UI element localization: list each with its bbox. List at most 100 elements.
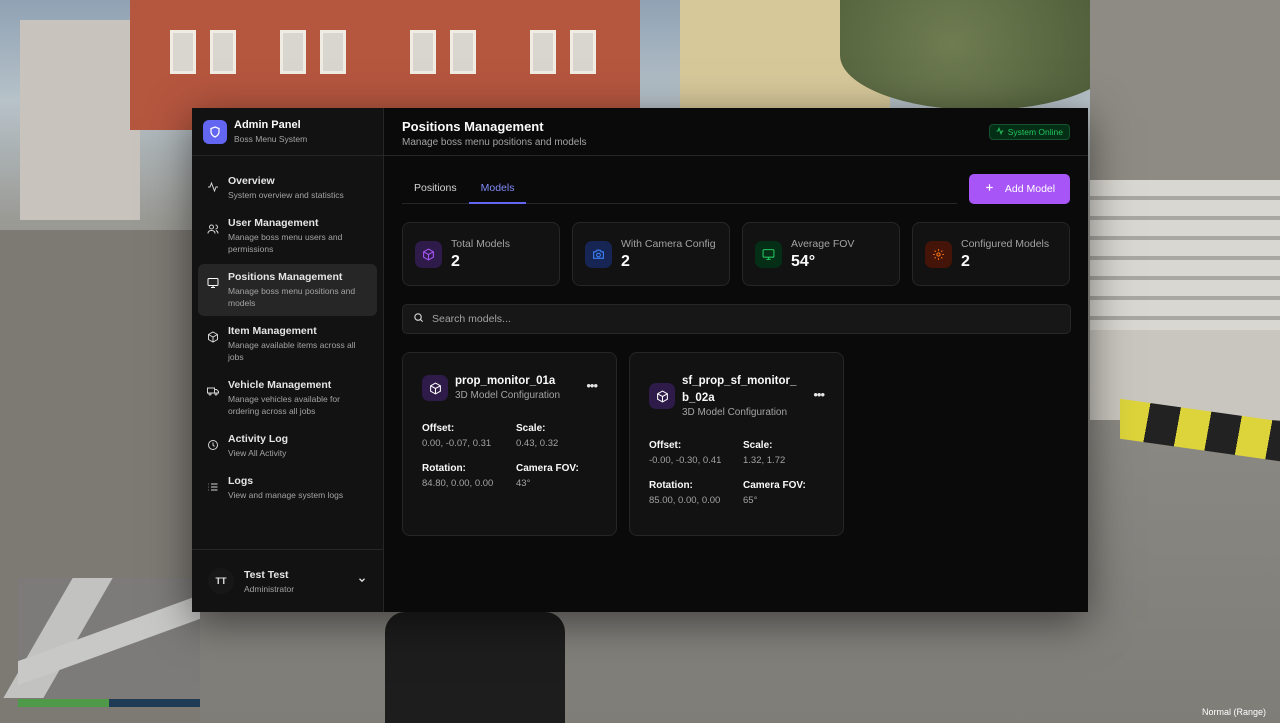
stat-value: 2 [961, 252, 970, 270]
brand-title: Admin Panel [234, 119, 301, 131]
sidebar-item-label: Vehicle Management [228, 379, 332, 391]
model-card: sf_prop_sf_monitor_b_02a 3D Model Config… [629, 352, 844, 536]
monitor-icon [206, 276, 220, 290]
offset-value: 0.00, -0.07, 0.31 [422, 438, 492, 449]
sidebar-item-label: Positions Management [228, 271, 343, 283]
cube-icon [422, 375, 448, 401]
stat-card: With Camera Config 2 [572, 222, 730, 286]
users-icon [206, 222, 220, 236]
sidebar-item-items[interactable]: Item Management Manage available items a… [198, 318, 377, 370]
stat-label: Total Models [451, 237, 510, 250]
sidebar-item-desc: Manage vehicles available for ordering a… [228, 394, 340, 416]
model-name: prop_monitor_01a [455, 375, 556, 387]
sidebar-item-vehicles[interactable]: Vehicle Management Manage vehicles avail… [198, 372, 377, 424]
stat-label: Average FOV [791, 237, 855, 250]
scale-label: Scale: [743, 440, 773, 451]
camera-icon [585, 241, 612, 268]
page-title: Positions Management [402, 119, 544, 134]
offset-value: -0.00, -0.30, 0.41 [649, 455, 722, 466]
sidebar-item-label: Overview [228, 175, 275, 187]
sidebar-item-users[interactable]: User Management Manage boss menu users a… [198, 210, 377, 262]
sidebar-item-label: Logs [228, 475, 254, 487]
user-name: Test Test [244, 568, 289, 581]
tab-models[interactable]: Models [468, 174, 527, 204]
fov-value: 65° [743, 495, 758, 506]
tree [840, 0, 1120, 110]
page-header: Positions Management Manage boss menu po… [384, 108, 1088, 156]
player-character [385, 612, 565, 723]
sidebar-item-desc: Manage available items across all jobs [228, 340, 356, 362]
activity-icon [996, 126, 1004, 137]
sidebar-item-desc: Manage boss menu users and permissions [228, 232, 343, 254]
sidebar-item-overview[interactable]: Overview System overview and statistics [198, 168, 377, 208]
monitor-icon [755, 241, 782, 268]
search-bar [402, 304, 1071, 334]
stairs [1090, 180, 1280, 330]
activity-icon [206, 180, 220, 194]
health-bar [18, 699, 200, 707]
brand: Admin Panel Boss Menu System [192, 108, 383, 156]
stat-card: Average FOV 54° [742, 222, 900, 286]
cube-icon [415, 241, 442, 268]
tabs: Positions Models [402, 174, 527, 204]
more-options-icon[interactable]: ••• [586, 378, 598, 393]
fov-value: 43° [516, 478, 531, 489]
rotation-label: Rotation: [649, 480, 693, 491]
offset-label: Offset: [649, 440, 682, 451]
model-name: sf_prop_sf_monitor_b_02a [682, 375, 797, 404]
page-subtitle: Manage boss menu positions and models [402, 137, 587, 148]
sidebar-item-positions[interactable]: Positions Management Manage boss menu po… [198, 264, 377, 316]
clock-icon [206, 438, 220, 452]
status-badge: System Online [988, 124, 1070, 140]
sidebar-item-activity-log[interactable]: Activity Log View All Activity [198, 426, 377, 466]
fov-label: Camera FOV: [516, 463, 579, 474]
sidebar-item-desc: Manage boss menu positions and models [228, 286, 356, 308]
stat-label: With Camera Config [621, 237, 716, 250]
search-icon [413, 310, 424, 328]
status-text: System Online [1007, 127, 1063, 137]
model-subtitle: 3D Model Configuration [455, 390, 561, 401]
sidebar-item-logs[interactable]: Logs View and manage system logs [198, 468, 377, 508]
offset-label: Offset: [422, 423, 455, 434]
tab-positions[interactable]: Positions [402, 174, 469, 204]
rotation-value: 84.80, 0.00, 0.00 [422, 478, 494, 489]
add-model-button[interactable]: Add Model [969, 174, 1070, 204]
sidebar: Admin Panel Boss Menu System Overview Sy… [192, 108, 384, 612]
list-icon [206, 480, 220, 494]
scale-label: Scale: [516, 423, 546, 434]
admin-panel: Admin Panel Boss Menu System Overview Sy… [192, 108, 1088, 612]
stat-card: Configured Models 2 [912, 222, 1070, 286]
sidebar-item-desc: System overview and statistics [228, 190, 344, 200]
model-subtitle: 3D Model Configuration [682, 407, 788, 418]
hud-mode-text: Normal (Range) [1201, 707, 1266, 717]
sidebar-item-label: Activity Log [228, 433, 289, 445]
search-input[interactable] [432, 313, 1032, 325]
plus-icon [984, 182, 995, 196]
building [20, 20, 140, 220]
user-role: Administrator [244, 583, 295, 594]
gear-icon [925, 241, 952, 268]
user-menu[interactable]: TT Test Test Administrator [192, 549, 383, 612]
main-content: Positions Management Manage boss menu po… [384, 108, 1088, 612]
stats-row: Total Models 2 With Camera Config 2 Aver… [402, 222, 1070, 286]
cube-icon [649, 383, 675, 409]
shield-icon [203, 119, 227, 144]
scale-value: 1.32, 1.72 [743, 455, 786, 466]
rotation-value: 85.00, 0.00, 0.00 [649, 495, 721, 506]
brand-subtitle: Boss Menu System [234, 134, 308, 144]
sidebar-item-label: User Management [228, 217, 319, 229]
stat-label: Configured Models [961, 237, 1050, 250]
add-model-label: Add Model [1004, 183, 1056, 195]
minimap [3, 578, 200, 698]
truck-icon [206, 384, 220, 398]
sidebar-item-desc: View and manage system logs [228, 490, 344, 500]
stat-card: Total Models 2 [402, 222, 560, 286]
avatar: TT [208, 568, 234, 594]
stat-value: 2 [621, 252, 630, 270]
more-options-icon[interactable]: ••• [813, 387, 825, 402]
scale-value: 0.43, 0.32 [516, 438, 559, 449]
sidebar-item-desc: View All Activity [228, 448, 287, 458]
stat-value: 2 [451, 252, 460, 270]
chevron-down-icon[interactable] [357, 572, 367, 590]
stat-value: 54° [791, 252, 816, 270]
